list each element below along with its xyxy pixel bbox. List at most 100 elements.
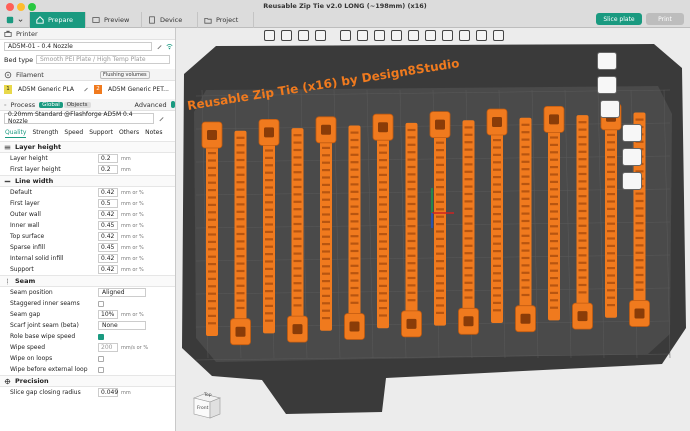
param-row: Wipe before external loop — [0, 364, 175, 375]
minimize-window-button[interactable] — [17, 3, 25, 11]
param-unit: mm or % — [121, 211, 144, 218]
seam-group: Seam — [0, 275, 175, 287]
layer-height-group: Layer height — [0, 141, 175, 153]
tab-notes[interactable]: Notes — [145, 128, 162, 138]
wipe-before-loop-checkbox[interactable] — [98, 366, 104, 373]
param-label: Staggered inner seams — [10, 300, 80, 307]
param-input[interactable]: 0.5 — [98, 199, 118, 208]
edit-icon[interactable] — [156, 43, 163, 50]
menu-icon — [6, 16, 14, 24]
printer-name: AD5M-01 - 0.4 Nozzle — [8, 43, 73, 50]
plate-arrange-icon[interactable] — [600, 100, 620, 118]
edit-icon[interactable] — [158, 115, 165, 122]
tab-speed[interactable]: Speed — [64, 128, 83, 138]
tab-preview[interactable]: Preview — [86, 12, 142, 28]
rotate-icon[interactable] — [374, 29, 385, 41]
seam-position-select[interactable]: Aligned — [98, 288, 146, 297]
process-global-toggle[interactable]: Global — [39, 101, 63, 108]
add-object-icon[interactable] — [264, 29, 275, 41]
param-row: Inner wall 0.45 mm or % — [0, 220, 175, 231]
close-window-button[interactable] — [6, 3, 14, 11]
param-label: First layer — [10, 200, 40, 207]
tab-project[interactable]: Project — [198, 12, 254, 28]
group-title: Line width — [15, 177, 54, 185]
group-title: Precision — [15, 377, 49, 385]
param-input[interactable]: 0.42 — [98, 265, 118, 274]
process-section-label: Process — [10, 100, 36, 109]
slice-plate-button[interactable]: Slice plate — [596, 13, 642, 25]
filament-slot-1-badge[interactable]: 1 — [4, 84, 12, 94]
tab-strength[interactable]: Strength — [32, 128, 58, 138]
filament-slot-2-name: AD5M Generic PET... — [108, 85, 169, 93]
wipe-on-loops-checkbox[interactable] — [98, 355, 104, 362]
edit-icon[interactable] — [83, 86, 89, 92]
param-unit: mm or % — [121, 189, 144, 196]
tab-device[interactable]: Device — [142, 12, 198, 28]
filament-slot-2-select[interactable]: AD5M Generic PET... — [105, 84, 175, 94]
split-icon[interactable] — [340, 29, 351, 41]
group-title: Layer height — [15, 143, 62, 151]
plate-lock-icon[interactable] — [622, 148, 642, 166]
tab-prepare[interactable]: Prepare — [30, 12, 86, 28]
param-input[interactable]: 0.42 — [98, 188, 118, 197]
plate-close-icon[interactable] — [597, 52, 617, 70]
param-input[interactable]: 0.42 — [98, 232, 118, 241]
filament-section-header: Filament Flushing volumes — [0, 69, 175, 81]
filament-slot-1-select[interactable]: AD5M Generic PLA — [15, 84, 81, 94]
param-input[interactable]: 0.049 — [98, 388, 118, 397]
bed-type-row: Bed type Smooth PEI Plate / High Temp Pl… — [0, 53, 175, 66]
filament-slot-1-name: AD5M Generic PLA — [18, 85, 75, 93]
param-input[interactable]: 0.2 — [98, 165, 118, 174]
tab-support[interactable]: Support — [89, 128, 113, 138]
move-icon[interactable] — [357, 29, 368, 41]
param-input[interactable]: 200 — [98, 343, 118, 352]
cut-icon[interactable] — [408, 29, 419, 41]
process-objects-toggle[interactable]: Objects — [63, 101, 91, 108]
support-paint-icon[interactable] — [425, 29, 436, 41]
param-label: Scarf joint seam (beta) — [10, 322, 79, 329]
scarf-seam-select[interactable]: None — [98, 321, 146, 330]
plate-settings-icon[interactable] — [622, 172, 642, 190]
role-base-wipe-checkbox[interactable] — [98, 333, 104, 340]
tab-others[interactable]: Others — [119, 128, 139, 138]
param-unit: mm or % — [121, 222, 144, 229]
plate-orient-icon[interactable] — [622, 124, 642, 142]
assemble-icon[interactable] — [493, 29, 504, 41]
arrange-icon[interactable] — [315, 29, 326, 41]
param-row: Internal solid infill 0.42 mm or % — [0, 253, 175, 264]
preview-icon — [92, 17, 100, 23]
scale-icon[interactable] — [391, 29, 402, 41]
param-unit: mm or % — [121, 244, 144, 251]
param-input[interactable]: 0.42 — [98, 254, 118, 263]
view-cube[interactable]: Top Front — [190, 390, 224, 420]
3d-viewport[interactable]: Reusable Zip Tie (x16) by Design8Studio — [176, 28, 690, 431]
param-input[interactable]: 0.2 — [98, 154, 118, 163]
seam-paint-icon[interactable] — [442, 29, 453, 41]
param-input[interactable]: 0.45 — [98, 221, 118, 230]
text-icon[interactable] — [459, 29, 470, 41]
grid-view-icon[interactable] — [281, 29, 292, 41]
plate-eye-icon[interactable] — [597, 76, 617, 94]
printer-select[interactable]: AD5M-01 - 0.4 Nozzle — [4, 42, 152, 51]
view-cube-top-label: Top — [204, 393, 212, 398]
menu-button[interactable] — [0, 12, 30, 28]
wifi-icon[interactable] — [166, 43, 173, 50]
tab-label: Preview — [104, 16, 130, 24]
process-preset-select[interactable]: 0.20mm Standard @Flashforge AD5M 0.4 Noz… — [4, 111, 154, 125]
tab-quality[interactable]: Quality — [5, 128, 27, 138]
bed-type-select[interactable]: Smooth PEI Plate / High Temp Plate — [36, 55, 170, 64]
param-row: Wipe speed 200 mm/s or % — [0, 342, 175, 353]
param-input[interactable]: 0.42 — [98, 210, 118, 219]
print-button[interactable]: Print — [646, 13, 684, 25]
param-label: Wipe speed — [10, 344, 46, 351]
measure-icon[interactable] — [476, 29, 487, 41]
flushing-volumes-button[interactable]: Flushing volumes — [100, 70, 150, 79]
orient-icon[interactable] — [298, 29, 309, 41]
filament-slot-2-badge[interactable]: 2 — [94, 84, 102, 94]
param-input[interactable]: 0.45 — [98, 243, 118, 252]
advanced-toggle[interactable] — [170, 101, 175, 108]
param-row: Wipe on loops — [0, 353, 175, 364]
staggered-seams-checkbox[interactable] — [98, 300, 104, 307]
zoom-window-button[interactable] — [28, 3, 36, 11]
param-input[interactable]: 10% — [98, 310, 118, 319]
